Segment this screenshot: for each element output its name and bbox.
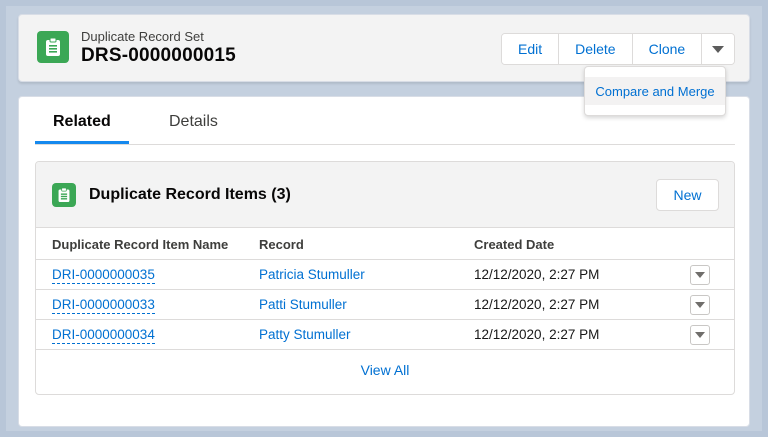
clone-button[interactable]: Clone xyxy=(632,34,703,64)
table-row: DRI-0000000034 Patty Stumuller 12/12/202… xyxy=(36,320,734,350)
item-name-link[interactable]: DRI-0000000033 xyxy=(52,297,155,314)
tab-related[interactable]: Related xyxy=(53,113,111,131)
header-button-group: Edit Delete Clone xyxy=(501,33,736,65)
chevron-down-icon xyxy=(695,332,705,338)
more-actions-menu: Compare and Merge xyxy=(584,66,726,116)
object-type-label: Duplicate Record Set xyxy=(81,29,204,44)
record-link[interactable]: Patti Stumuller xyxy=(259,297,347,312)
new-button[interactable]: New xyxy=(656,179,719,211)
item-name-link[interactable]: DRI-0000000035 xyxy=(52,267,155,284)
clipboard-icon xyxy=(52,183,76,207)
table-header: Duplicate Record Item Name Record Create… xyxy=(36,228,734,260)
delete-button[interactable]: Delete xyxy=(559,34,633,64)
created-date: 12/12/2020, 2:27 PM xyxy=(474,267,600,282)
column-header-name: Duplicate Record Item Name xyxy=(52,237,229,252)
table-row: DRI-0000000035 Patricia Stumuller 12/12/… xyxy=(36,260,734,290)
column-header-record: Record xyxy=(259,237,304,252)
created-date: 12/12/2020, 2:27 PM xyxy=(474,327,600,342)
related-list-card: Duplicate Record Items (3) New Duplicate… xyxy=(35,161,735,395)
record-title: DRS-0000000015 xyxy=(81,45,236,66)
related-list-header: Duplicate Record Items (3) New xyxy=(36,162,734,228)
record-link[interactable]: Patricia Stumuller xyxy=(259,267,365,282)
view-all-link[interactable]: View All xyxy=(36,362,734,378)
chevron-down-icon xyxy=(695,302,705,308)
menu-item-compare-and-merge[interactable]: Compare and Merge xyxy=(585,77,725,105)
more-actions-button[interactable] xyxy=(702,34,735,64)
clipboard-icon xyxy=(37,31,69,63)
item-name-link[interactable]: DRI-0000000034 xyxy=(52,327,155,344)
row-actions-button[interactable] xyxy=(690,325,710,345)
row-actions-button[interactable] xyxy=(690,265,710,285)
record-link[interactable]: Patty Stumuller xyxy=(259,327,351,342)
related-list-title: Duplicate Record Items (3) xyxy=(89,186,291,203)
column-header-created-date: Created Date xyxy=(474,237,555,252)
active-tab-indicator xyxy=(35,141,129,144)
row-actions-button[interactable] xyxy=(690,295,710,315)
chevron-down-icon xyxy=(712,45,725,53)
created-date: 12/12/2020, 2:27 PM xyxy=(474,297,600,312)
tab-details[interactable]: Details xyxy=(169,113,218,131)
edit-button[interactable]: Edit xyxy=(502,34,560,64)
record-body-card: Related Details Duplicate Record Items (… xyxy=(18,96,750,427)
table-row: DRI-0000000033 Patti Stumuller 12/12/202… xyxy=(36,290,734,320)
chevron-down-icon xyxy=(695,272,705,278)
